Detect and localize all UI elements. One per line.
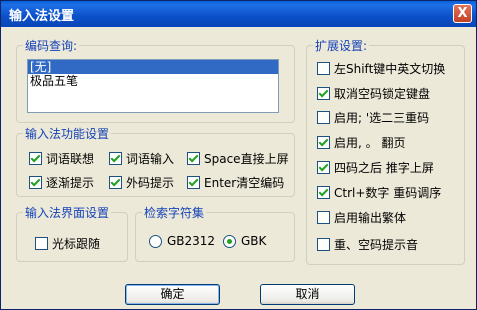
features-legend: 输入法功能设置 <box>25 127 110 141</box>
radio-gbk[interactable]: GBK <box>223 234 266 248</box>
checkbox-label: 启用输出繁体 <box>334 211 407 225</box>
checkbox-progressive-hint[interactable]: 逐渐提示 <box>29 174 94 191</box>
window-title: 输入法设置 <box>9 9 75 24</box>
encoding-listbox[interactable]: [无] 极品五笔 <box>27 59 279 113</box>
checkbox-label: 四码之后 推字上屏 <box>334 161 434 175</box>
radio-gb2312[interactable]: GB2312 <box>149 234 215 248</box>
checkbox-icon[interactable] <box>317 161 330 174</box>
checkbox-label: Ctrl+数字 重码调序 <box>334 186 442 200</box>
checkbox-code-hint[interactable]: 外码提示 <box>109 174 174 191</box>
checkbox-label: 逐渐提示 <box>46 176 95 190</box>
checkbox-icon[interactable] <box>187 152 200 165</box>
checkbox-label: 词语联想 <box>46 152 95 166</box>
checkbox-label: 取消空码锁定键盘 <box>334 87 431 101</box>
checkbox-icon[interactable] <box>317 186 330 199</box>
checkbox-four-code-commit[interactable]: 四码之后 推字上屏 <box>317 159 434 176</box>
checkbox-space-commit[interactable]: Space直接上屏 <box>187 150 289 167</box>
checkbox-label: Space直接上屏 <box>204 152 289 166</box>
checkbox-word-input[interactable]: 词语输入 <box>109 150 174 167</box>
checkbox-icon[interactable] <box>317 111 330 124</box>
charset-legend: 检索字符集 <box>144 206 205 220</box>
checkbox-icon[interactable] <box>29 152 42 165</box>
radio-label: GB2312 <box>167 234 216 248</box>
checkbox-icon[interactable] <box>317 238 330 251</box>
checkbox-icon[interactable] <box>35 237 48 250</box>
close-button[interactable]: X <box>453 4 472 23</box>
title-bar[interactable]: 输入法设置 X <box>1 1 476 27</box>
checkbox-label: 外码提示 <box>126 176 175 190</box>
checkbox-cancel-empty-lock[interactable]: 取消空码锁定键盘 <box>317 85 430 102</box>
list-item[interactable]: 极品五笔 <box>28 74 278 88</box>
checkbox-label: Enter清空编码 <box>204 176 285 190</box>
checkbox-label: 启用; '选二三重码 <box>334 111 430 125</box>
checkbox-cursor-follow[interactable]: 光标跟随 <box>35 235 100 252</box>
checkbox-semicolon-select[interactable]: 启用; '选二三重码 <box>317 109 429 126</box>
checkbox-word-association[interactable]: 词语联想 <box>29 150 94 167</box>
charset-group: 检索字符集 <box>135 204 295 262</box>
checkbox-label: 左Shift键中英文切换 <box>334 62 446 76</box>
checkbox-icon[interactable] <box>187 176 200 189</box>
checkbox-icon[interactable] <box>317 87 330 100</box>
interface-group: 输入法界面设置 <box>16 204 128 262</box>
checkbox-label: 启用, 。 翻页 <box>334 136 406 150</box>
checkbox-comma-period-paging[interactable]: 启用, 。 翻页 <box>317 134 405 151</box>
radio-label: GBK <box>241 234 267 248</box>
cancel-button[interactable]: 取消 <box>260 284 355 305</box>
checkbox-duplicate-sound[interactable]: 重、空码提示音 <box>317 236 418 253</box>
checkbox-icon[interactable] <box>29 176 42 189</box>
checkbox-left-shift-toggle[interactable]: 左Shift键中英文切换 <box>317 60 445 77</box>
extended-legend: 扩展设置: <box>315 39 368 53</box>
checkbox-label: 光标跟随 <box>52 237 101 251</box>
radio-icon[interactable] <box>149 234 162 248</box>
checkbox-icon[interactable] <box>317 211 330 224</box>
encoding-lookup-legend: 编码查询: <box>25 39 78 53</box>
radio-icon[interactable] <box>223 234 236 248</box>
list-item[interactable]: [无] <box>28 60 278 74</box>
checkbox-icon[interactable] <box>317 136 330 149</box>
checkbox-label: 重、空码提示音 <box>334 238 419 252</box>
interface-legend: 输入法界面设置 <box>25 206 110 220</box>
ok-button[interactable]: 确定 <box>125 284 220 305</box>
checkbox-label: 词语输入 <box>126 152 175 166</box>
checkbox-icon[interactable] <box>109 176 122 189</box>
checkbox-traditional-output[interactable]: 启用输出繁体 <box>317 209 406 226</box>
checkbox-icon[interactable] <box>317 62 330 75</box>
settings-dialog: 输入法设置 X 编码查询: [无] 极品五笔 输入法功能设置 词语联想 词语输入… <box>0 0 477 310</box>
checkbox-enter-clear[interactable]: Enter清空编码 <box>187 174 284 191</box>
checkbox-ctrl-number-reorder[interactable]: Ctrl+数字 重码调序 <box>317 184 441 201</box>
checkbox-icon[interactable] <box>109 152 122 165</box>
